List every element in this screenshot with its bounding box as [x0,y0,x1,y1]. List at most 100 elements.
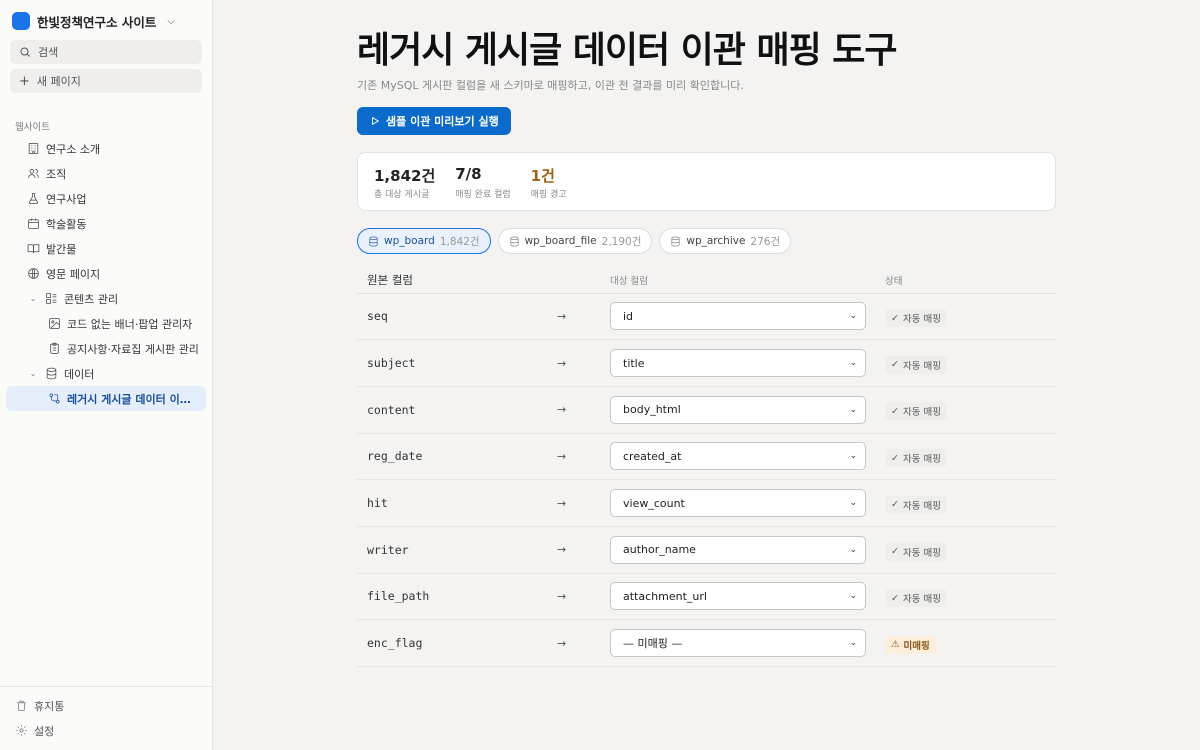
status-label: 자동 매핑 [902,500,941,512]
table-row: content → body_html ⌄ ✓ 자동 매핑 [357,386,1056,434]
select-value: author_name [623,543,696,557]
sidebar-item-data[interactable]: ⌄ 데이터 [6,361,206,386]
sidebar-item-organization[interactable]: 조직 [6,161,206,186]
target-column-select[interactable]: — 미매핑 — ⌄ [610,629,866,658]
tab-name: wp_board_file [524,235,597,247]
tab-wp-archive[interactable]: wp_archive 276건 [659,228,792,254]
select-value: id [623,309,634,323]
header-target: 대상 컬럼 [610,267,885,294]
chevron-down-icon: ⌵ [167,15,175,27]
sidebar-item-label: 코드 없는 배너·팝업 관리자 [67,317,193,331]
target-column-select[interactable]: author_name ⌄ [610,535,866,564]
source-column: subject [357,339,557,387]
target-column-select[interactable]: id ⌄ [610,302,866,331]
database-icon [510,236,519,246]
status-label: 자동 매핑 [902,454,941,466]
globe-icon [26,267,40,281]
sidebar-item-label: 조직 [46,167,67,181]
check-icon: ✓ [891,592,899,604]
page-subtitle: 기존 MySQL 게시판 컬럼을 새 스키마로 매핑하고, 이관 전 결과를 미… [357,79,744,92]
status-label: 자동 매핑 [902,547,941,559]
warning-badge: ⚠ 미매핑 [885,635,936,654]
table-row: seq → id ⌄ ✓ 자동 매핑 [357,293,1056,341]
header-spacer [557,267,610,294]
select-value: — 미매핑 — [623,637,683,651]
select-value: created_at [623,449,682,463]
sidebar-item-content-management[interactable]: ⌄ 콘텐츠 관리 [6,286,206,311]
target-column-select[interactable]: title ⌄ [610,349,866,378]
sidebar-item-settings[interactable]: 설정 [6,718,206,743]
sidebar-item-label: 콘텐츠 관리 [64,292,119,306]
source-column: content [357,386,557,434]
search-icon [20,47,30,57]
sidebar-item-label: 발간물 [46,242,77,256]
sidebar-item-label: 영문 페이지 [46,267,101,281]
tab-wp-board[interactable]: wp_board 1,842건 [357,228,491,254]
sidebar-item-legacy-migration[interactable]: 레거시 게시글 데이터 이관 ... [6,386,206,411]
stat-label: 매핑 완료 컬럼 [455,190,511,200]
source-column: seq [357,293,557,341]
target-column-select[interactable]: created_at ⌄ [610,442,866,471]
calendar-icon [26,217,40,231]
chevron-down-icon: ⌄ [849,358,857,369]
chevron-down-icon[interactable]: ⌄ [28,369,38,378]
run-preview-label: 샘플 이관 미리보기 실행 [386,115,499,128]
search-button[interactable]: 검색 [10,40,202,64]
sidebar-item-label: 연구소 소개 [46,142,101,156]
target-column-select[interactable]: attachment_url ⌄ [610,582,866,611]
arrow-right-icon: → [557,339,610,387]
sidebar-item-publications[interactable]: 발간물 [6,236,206,261]
select-value: attachment_url [623,589,707,603]
source-column: enc_flag [357,619,557,667]
arrow-right-icon: → [557,433,610,481]
status-label: 자동 매핑 [902,314,941,326]
sidebar: 한빛정책연구소 사이트 ⌵ 검색 + 새 페이지 웹사이트 연구소 소개 조직 … [0,0,213,750]
tab-count: 1,842건 [439,235,480,248]
git-branch-icon [47,392,61,406]
workspace-logo-icon [12,12,30,30]
chevron-down-icon[interactable]: ⌄ [28,294,38,303]
sidebar-item-label: 학술활동 [46,217,87,231]
arrow-right-icon: → [557,619,610,667]
table-row: file_path → attachment_url ⌄ ✓ 자동 매핑 [357,573,1056,621]
page-title: 레거시 게시글 데이터 이관 매핑 도구 [357,30,897,71]
new-page-button[interactable]: + 새 페이지 [10,69,202,93]
gear-icon [14,724,28,738]
status-badge: ✓ 자동 매핑 [885,402,947,421]
sidebar-item-banner-manager[interactable]: 코드 없는 배너·팝업 관리자 [6,311,206,336]
sidebar-item-academic[interactable]: 학술활동 [6,211,206,236]
sidebar-item-research[interactable]: 연구사업 [6,186,206,211]
plus-icon: + [19,73,30,89]
stat-warnings: 1건 매핑 경고 [530,165,567,200]
table-row: subject → title ⌄ ✓ 자동 매핑 [357,339,1056,387]
tab-wp-board-file[interactable]: wp_board_file 2,190건 [497,228,653,254]
main-area: 레거시 게시글 데이터 이관 매핑 도구 기존 MySQL 게시판 컬럼을 새 … [213,0,1200,750]
table-row: reg_date → created_at ⌄ ✓ 자동 매핑 [357,433,1056,481]
target-column-select[interactable]: body_html ⌄ [610,395,866,424]
sidebar-item-about[interactable]: 연구소 소개 [6,136,206,161]
tab-count: 276건 [750,235,781,248]
check-icon: ✓ [891,499,899,511]
warning-icon: ⚠ [891,639,900,651]
sidebar-nav: 연구소 소개 조직 연구사업 학술활동 발간물 영문 페이지 ⌄ 콘텐츠 관리 … [0,136,212,411]
source-column: writer [357,526,557,574]
sidebar-item-board-manager[interactable]: 공지사항·자료집 게시판 관리 [6,336,206,361]
sidebar-item-label: 휴지통 [34,699,65,713]
check-icon: ✓ [891,359,899,371]
check-icon: ✓ [891,452,899,464]
trash-icon [14,699,28,713]
workspace-switcher[interactable]: 한빛정책연구소 사이트 ⌵ [12,10,202,32]
target-column-select[interactable]: view_count ⌄ [610,489,866,518]
sidebar-item-english[interactable]: 영문 페이지 [6,261,206,286]
arrow-right-icon: → [557,386,610,434]
select-value: body_html [623,403,681,417]
source-column: reg_date [357,433,557,481]
page-content: 레거시 게시글 데이터 이관 매핑 도구 기존 MySQL 게시판 컬럼을 새 … [357,28,1056,667]
flask-icon [26,192,40,206]
tab-name: wp_board [384,235,435,247]
tab-name: wp_archive [686,235,746,247]
stat-value: 1건 [530,167,555,185]
sidebar-item-trash[interactable]: 휴지통 [6,693,206,718]
table-header-row: 원본 컬럼 대상 컬럼 상태 [357,267,1056,294]
run-preview-button[interactable]: 샘플 이관 미리보기 실행 [357,107,511,135]
